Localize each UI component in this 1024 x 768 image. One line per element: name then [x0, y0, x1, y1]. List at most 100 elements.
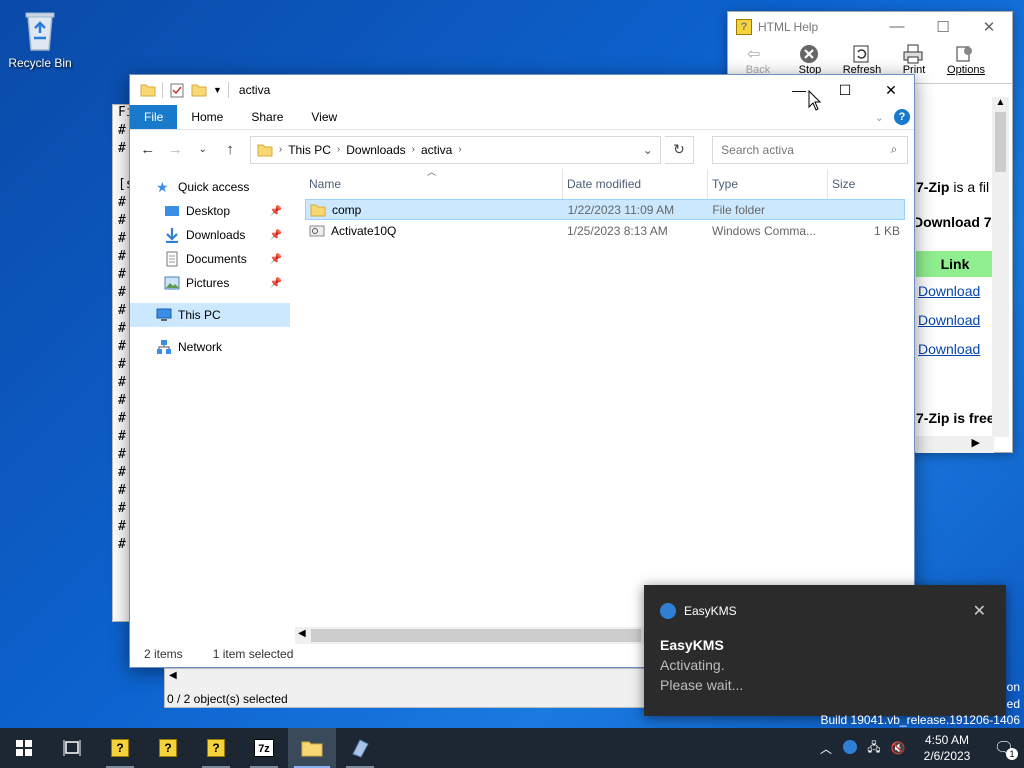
- scrollbar-thumb[interactable]: [311, 629, 641, 642]
- explorer-titlebar[interactable]: ▼ activa — ☐ ✕: [130, 75, 914, 105]
- help-close-button[interactable]: ✕: [966, 18, 1012, 36]
- help-download-link-1[interactable]: Download: [918, 283, 980, 299]
- help-content-pane: 7-Zip is a fil Download 7 Link Download …: [916, 87, 994, 452]
- sidebar-item-this-pc[interactable]: This PC: [130, 303, 290, 327]
- column-size[interactable]: Size: [828, 169, 904, 199]
- column-type[interactable]: Type: [708, 169, 828, 199]
- tab-file[interactable]: File: [130, 105, 178, 129]
- properties-icon[interactable]: [169, 82, 185, 98]
- help-download-link-3[interactable]: Download: [918, 341, 980, 357]
- easykms-tray-icon[interactable]: [838, 739, 862, 757]
- sidebar-item-quick-access[interactable]: ★ Quick access: [130, 175, 290, 199]
- file-name: comp: [332, 202, 362, 217]
- help-options-button[interactable]: Options: [944, 42, 988, 83]
- item-count: 2 items: [144, 647, 183, 661]
- back-button[interactable]: ←: [136, 141, 159, 158]
- documents-icon: [164, 251, 180, 267]
- pin-icon: 📌: [269, 277, 282, 289]
- help-maximize-button[interactable]: ☐: [920, 18, 966, 36]
- taskbar-help-app-1[interactable]: ?: [96, 728, 144, 768]
- breadcrumb-activa[interactable]: activa: [421, 143, 452, 157]
- taskbar-help-app-2[interactable]: ?: [144, 728, 192, 768]
- sidebar-item-desktop[interactable]: Desktop 📌: [130, 199, 290, 223]
- recent-locations-chevron-icon[interactable]: ⌄: [191, 144, 214, 155]
- file-row[interactable]: Activate10Q 1/25/2023 8:13 AM Windows Co…: [305, 220, 905, 241]
- easykms-toast-notification[interactable]: EasyKMS ✕ EasyKMS Activating. Please wai…: [644, 585, 1006, 716]
- column-date-modified[interactable]: Date modified: [563, 169, 708, 199]
- explorer-close-button[interactable]: ✕: [868, 75, 914, 105]
- breadcrumb-downloads[interactable]: Downloads: [346, 143, 405, 157]
- scroll-left-icon: ◀: [169, 670, 177, 681]
- desktop-icon: [164, 203, 180, 219]
- explorer-window-title: activa: [238, 83, 271, 97]
- tab-home[interactable]: Home: [177, 105, 237, 129]
- background-7zip-window[interactable]: ◀ 0 / 2 object(s) selected: [164, 668, 646, 708]
- pin-icon: 📌: [269, 253, 282, 265]
- breadcrumb-this-pc[interactable]: This PC: [288, 143, 331, 157]
- help-text-7zip-bold: 7-Zip: [916, 179, 950, 195]
- search-input[interactable]: [721, 142, 881, 157]
- taskbar-file-explorer[interactable]: [288, 728, 336, 768]
- scroll-left-icon: ◀: [298, 628, 306, 639]
- navigation-pane: ★ Quick access Desktop 📌 Downloads 📌 Doc…: [130, 175, 290, 635]
- taskbar-help-app-3[interactable]: ?: [192, 728, 240, 768]
- task-view-button[interactable]: [48, 728, 96, 768]
- help-book-icon: ?: [111, 739, 129, 757]
- help-vertical-scrollbar[interactable]: ▲: [992, 97, 1009, 437]
- recycle-bin[interactable]: Recycle Bin: [6, 8, 74, 70]
- tab-share[interactable]: Share: [237, 105, 297, 129]
- toast-title: EasyKMS: [660, 637, 724, 653]
- help-download-link-2[interactable]: Download: [918, 312, 980, 328]
- volume-muted-icon[interactable]: 🔇: [886, 741, 910, 755]
- help-icon[interactable]: ?: [894, 109, 910, 125]
- address-dropdown-icon[interactable]: ⌄: [636, 143, 660, 157]
- batch-file-icon: [309, 223, 325, 239]
- explorer-status-bar: 2 items 1 item selected: [144, 647, 293, 661]
- file-type: Windows Comma...: [712, 223, 817, 238]
- scroll-right-icon: ▶: [971, 437, 980, 449]
- sidebar-item-network[interactable]: Network: [130, 335, 290, 359]
- tab-view[interactable]: View: [297, 105, 351, 129]
- system-tray: ︿ 🖧 🔇 4:50 AM 2/6/2023 🗨 1: [814, 728, 1024, 768]
- help-minimize-button[interactable]: —: [874, 18, 920, 36]
- forward-button[interactable]: →: [163, 141, 186, 158]
- taskbar-easykms[interactable]: [336, 728, 384, 768]
- show-hidden-icons-chevron-icon[interactable]: ︿: [814, 740, 838, 757]
- file-explorer-icon: [301, 741, 323, 757]
- sidebar-item-pictures[interactable]: Pictures 📌: [130, 271, 290, 295]
- folder-icon: [140, 82, 156, 98]
- taskbar: ? ? ? 7z ︿ 🖧 🔇 4:50 AM 2/6/2023 🗨 1: [0, 728, 1024, 768]
- action-center-button[interactable]: 🗨 1: [984, 728, 1024, 768]
- explorer-horizontal-scrollbar[interactable]: ◀: [295, 627, 655, 644]
- help-book-icon: ?: [736, 19, 752, 35]
- up-button[interactable]: ↑: [218, 141, 241, 158]
- start-button[interactable]: [0, 728, 48, 768]
- clock[interactable]: 4:50 AM 2/6/2023: [910, 732, 984, 764]
- 7zip-icon: 7z: [254, 739, 274, 757]
- help-book-icon: ?: [207, 739, 225, 757]
- file-row[interactable]: comp 1/22/2023 11:09 AM File folder: [305, 199, 905, 220]
- expand-ribbon-chevron-icon[interactable]: ⌄: [875, 111, 884, 124]
- windows-logo-icon: [16, 740, 32, 756]
- toast-close-button[interactable]: ✕: [973, 601, 986, 621]
- help-titlebar[interactable]: ? HTML Help — ☐ ✕: [728, 12, 1012, 42]
- selection-count: 1 item selected: [212, 647, 294, 661]
- help-text-line3: is free: [949, 410, 994, 426]
- help-horizontal-scrollbar[interactable]: ▶: [916, 436, 994, 453]
- recycle-bin-icon: [20, 8, 60, 52]
- quick-access-toolbar-dropdown[interactable]: ▼: [213, 85, 222, 95]
- network-icon[interactable]: 🖧: [862, 738, 886, 759]
- taskbar-7zip[interactable]: 7z: [240, 728, 288, 768]
- refresh-button[interactable]: ↻: [664, 135, 695, 164]
- search-box[interactable]: ⌕: [712, 135, 908, 164]
- sidebar-item-downloads[interactable]: Downloads 📌: [130, 223, 290, 247]
- explorer-maximize-button[interactable]: ☐: [822, 75, 868, 105]
- file-explorer-window[interactable]: ▼ activa — ☐ ✕ File Home Share View ⌄ ? …: [129, 74, 915, 668]
- 7zip-status-bar: 0 / 2 object(s) selected: [167, 692, 288, 706]
- toast-app-name: EasyKMS: [684, 604, 737, 618]
- new-folder-icon[interactable]: [191, 82, 207, 98]
- sidebar-item-documents[interactable]: Documents 📌: [130, 247, 290, 271]
- file-list: ︿ Name Date modified Type Size comp 1/22…: [305, 167, 905, 629]
- refresh-icon: [851, 44, 873, 64]
- address-bar[interactable]: › This PC › Downloads › activa › ⌄: [249, 135, 661, 164]
